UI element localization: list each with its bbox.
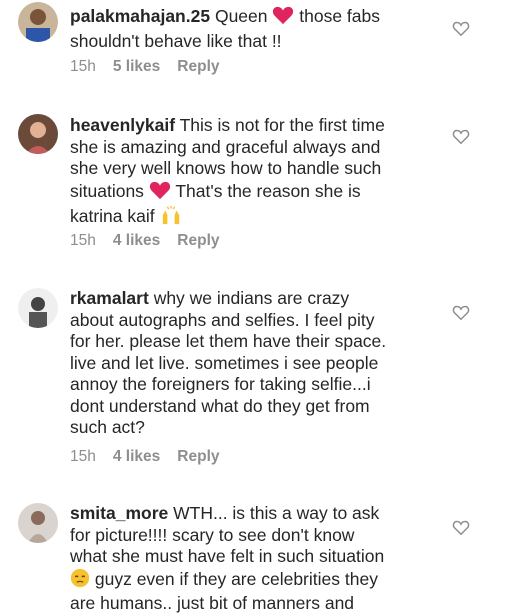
- like-button[interactable]: [452, 20, 470, 37]
- comment-text: heavenlykaif This is not for the first t…: [70, 115, 430, 231]
- reply-button[interactable]: Reply: [177, 448, 219, 465]
- like-button[interactable]: [452, 304, 470, 321]
- likes-count[interactable]: 5 likes: [113, 58, 160, 75]
- comment-line: annoy the foreigners for taking selfie..…: [70, 374, 371, 394]
- red-heart-emoji: [149, 180, 171, 206]
- comment-line: for her. please let them have their spac…: [70, 331, 387, 351]
- username[interactable]: rkamalart: [70, 288, 149, 308]
- avatar[interactable]: [18, 2, 58, 42]
- likes-count[interactable]: 4 likes: [113, 448, 160, 465]
- comment-line: Queen: [214, 6, 268, 26]
- username[interactable]: palakmahajan.25: [70, 6, 210, 26]
- comment-line: such act?: [70, 417, 145, 437]
- comment-text: rkamalart why we indians are crazy about…: [70, 288, 430, 439]
- comment-line: those fabs: [294, 6, 380, 26]
- red-heart-emoji: [272, 5, 294, 31]
- unamused-face-emoji: [70, 568, 90, 594]
- heart-outline-icon: [452, 129, 470, 145]
- comment-line: This is not for the first time: [179, 115, 385, 135]
- reply-button[interactable]: Reply: [177, 232, 219, 249]
- avatar[interactable]: [18, 288, 58, 328]
- raising-hands-emoji: [160, 205, 182, 231]
- comment-line: guyz even if they are celebrities they: [94, 568, 378, 589]
- comment-line: WTH... is this a way to ask: [173, 503, 380, 523]
- comment-line: she is amazing and graceful always and: [70, 136, 381, 157]
- comment-text: smita_more WTH... is this a way to ask f…: [70, 503, 430, 615]
- comment-line: That's the reason she is: [175, 180, 361, 201]
- avatar[interactable]: [18, 503, 58, 543]
- username[interactable]: heavenlykaif: [70, 115, 175, 135]
- comment-line: what she must have felt in such situatio…: [70, 546, 385, 566]
- comment-line: are humans.. just bit of manners and: [70, 593, 355, 613]
- comment-line: katrina kaif: [70, 206, 155, 226]
- username[interactable]: smita_more: [70, 503, 168, 523]
- timestamp: 15h: [70, 448, 96, 465]
- comment-meta: 15h 5 likes Reply: [70, 58, 237, 76]
- comment-line: for picture!!!! scary to see don't know: [70, 524, 355, 545]
- timestamp: 15h: [70, 58, 96, 75]
- comment-line: about autographs and selfies. I feel pit…: [70, 309, 375, 330]
- reply-button[interactable]: Reply: [177, 58, 219, 75]
- comment-text: palakmahajan.25 Queen those fabs shouldn…: [70, 5, 430, 52]
- comment-meta: 15h 4 likes Reply: [70, 232, 237, 250]
- comment-line: dont understand what do they get from: [70, 395, 370, 416]
- comment-line: she very well knows how to handle such: [70, 158, 382, 178]
- comment-line: situations: [70, 180, 144, 201]
- like-button[interactable]: [452, 519, 470, 536]
- heart-outline-icon: [452, 21, 470, 37]
- comment-meta: 15h 4 likes Reply: [70, 448, 237, 466]
- comment-line: live and let live. sometimes i see peopl…: [70, 352, 379, 373]
- like-button[interactable]: [452, 128, 470, 145]
- comment-line: shouldn't behave like that !!: [70, 30, 282, 51]
- heart-outline-icon: [452, 305, 470, 321]
- timestamp: 15h: [70, 232, 96, 249]
- comment-line: why we indians are crazy: [153, 288, 350, 308]
- avatar[interactable]: [18, 114, 58, 154]
- likes-count[interactable]: 4 likes: [113, 232, 160, 249]
- heart-outline-icon: [452, 520, 470, 536]
